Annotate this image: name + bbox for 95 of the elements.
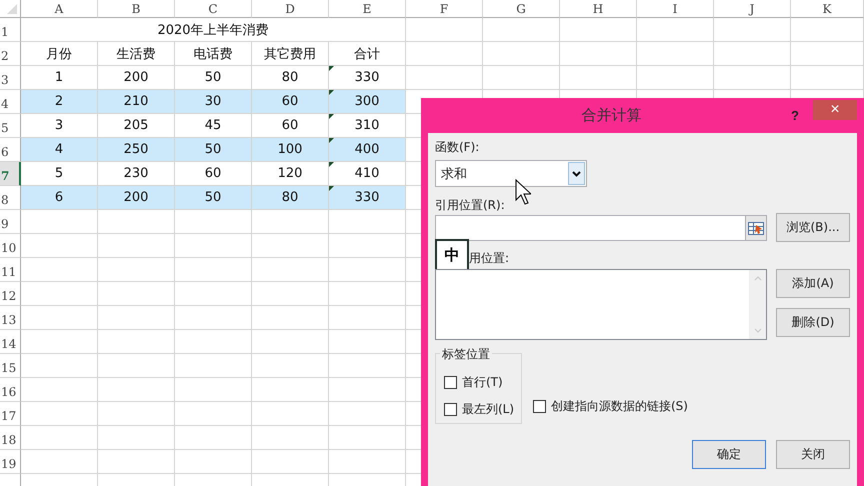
references-list[interactable] [435, 269, 767, 340]
mouse-cursor-icon [515, 179, 531, 205]
row-number[interactable]: 10 [0, 234, 21, 258]
row-number[interactable]: 12 [0, 282, 21, 306]
table-cell: 3 [21, 114, 98, 138]
table-cell: 300 [329, 90, 406, 114]
table-cell: 1 [21, 66, 98, 90]
checkbox-option[interactable]: 最左列(L) [444, 401, 521, 418]
dialog-title: 合并计算 [580, 106, 642, 125]
table-cell: 60 [252, 90, 329, 114]
row-number[interactable]: 14 [0, 330, 21, 354]
checkbox[interactable] [444, 403, 457, 416]
table-cell: 45 [175, 114, 252, 138]
table-cell: 230 [98, 162, 175, 186]
column-header[interactable]: J [714, 0, 791, 18]
table-cell: 4 [21, 138, 98, 162]
column-header[interactable]: B [98, 0, 175, 18]
checkbox[interactable] [533, 400, 546, 413]
range-picker-icon [748, 222, 764, 234]
table-cell: 50 [175, 138, 252, 162]
checkbox-option[interactable]: 创建指向源数据的链接(S) [533, 398, 688, 415]
table-cell: 50 [175, 186, 252, 210]
row-number[interactable]: 3 [0, 66, 21, 90]
table-cell: 月份 [21, 42, 98, 66]
row-number[interactable]: 13 [0, 306, 21, 330]
input-method-indicator: 中 [435, 239, 469, 271]
scrollbar[interactable] [749, 270, 766, 339]
table-cell: 310 [329, 114, 406, 138]
row-number[interactable]: 17 [0, 402, 21, 426]
table-cell: 60 [252, 114, 329, 138]
table-cell: 100 [252, 138, 329, 162]
table-cell: 120 [252, 162, 329, 186]
row-number[interactable]: 9 [0, 210, 21, 234]
table-cell: 6 [21, 186, 98, 210]
column-header[interactable]: H [560, 0, 637, 18]
table-cell: 其它费用 [252, 42, 329, 66]
close-dialog-button[interactable]: 关闭 [776, 440, 850, 469]
table-cell: 210 [98, 90, 175, 114]
chevron-down-icon [572, 170, 581, 176]
table-cell: 生活费 [98, 42, 175, 66]
column-header[interactable]: D [252, 0, 329, 18]
column-header[interactable]: E [329, 0, 406, 18]
table-cell: 410 [329, 162, 406, 186]
table-cell: 5 [21, 162, 98, 186]
column-header[interactable]: F [406, 0, 483, 18]
column-header[interactable]: K [791, 0, 864, 18]
table-cell: 250 [98, 138, 175, 162]
row-number[interactable]: 8 [0, 186, 21, 210]
table-cell: 80 [252, 186, 329, 210]
all-references-label: 用位置: [469, 250, 510, 266]
table-cell: 电话费 [175, 42, 252, 66]
table-cell: 2 [21, 90, 98, 114]
table-cell: 400 [329, 138, 406, 162]
group-title: 标签位置 [440, 346, 492, 363]
table-cell: 330 [329, 186, 406, 210]
close-button[interactable]: × [813, 100, 857, 120]
function-dropdown[interactable]: 求和 [435, 160, 587, 187]
row-number[interactable]: 16 [0, 378, 21, 402]
browse-button[interactable]: 浏览(B)... [776, 213, 850, 242]
row-number[interactable]: 4 [0, 90, 21, 114]
column-header[interactable]: G [483, 0, 560, 18]
row-number[interactable]: 18 [0, 426, 21, 450]
row-number[interactable]: 15 [0, 354, 21, 378]
scroll-up-icon [754, 276, 762, 281]
row-number[interactable]: 1 [0, 18, 21, 42]
column-header[interactable]: A [21, 0, 98, 18]
row-number[interactable]: 11 [0, 258, 21, 282]
table-cell: 200 [98, 66, 175, 90]
row-number[interactable]: 2 [0, 42, 21, 66]
row-number[interactable]: 6 [0, 138, 21, 162]
ok-button[interactable]: 确定 [692, 440, 766, 469]
add-button[interactable]: 添加(A) [776, 269, 850, 298]
row-number[interactable]: 5 [0, 114, 21, 138]
table-cell: 205 [98, 114, 175, 138]
table-cell: 合计 [329, 42, 406, 66]
table-cell: 30 [175, 90, 252, 114]
table-cell: 50 [175, 66, 252, 90]
checkbox[interactable] [444, 376, 457, 389]
column-header[interactable]: C [175, 0, 252, 18]
function-label: 函数(F): [435, 139, 480, 155]
column-header[interactable]: I [637, 0, 714, 18]
delete-button[interactable]: 删除(D) [776, 308, 850, 337]
reference-label: 引用位置(R): [435, 197, 506, 213]
scroll-down-icon [754, 328, 762, 333]
range-picker-button[interactable] [745, 216, 766, 240]
row-number[interactable]: 7 [0, 162, 21, 186]
table-cell: 60 [175, 162, 252, 186]
row-number[interactable]: 19 [0, 450, 21, 474]
table-cell: 200 [98, 186, 175, 210]
table-cell: 80 [252, 66, 329, 90]
reference-field[interactable] [435, 215, 767, 241]
table-title: 2020年上半年消费 [21, 18, 406, 42]
checkbox-option[interactable]: 首行(T) [444, 374, 521, 391]
help-button[interactable]: ? [785, 108, 805, 123]
table-cell: 330 [329, 66, 406, 90]
